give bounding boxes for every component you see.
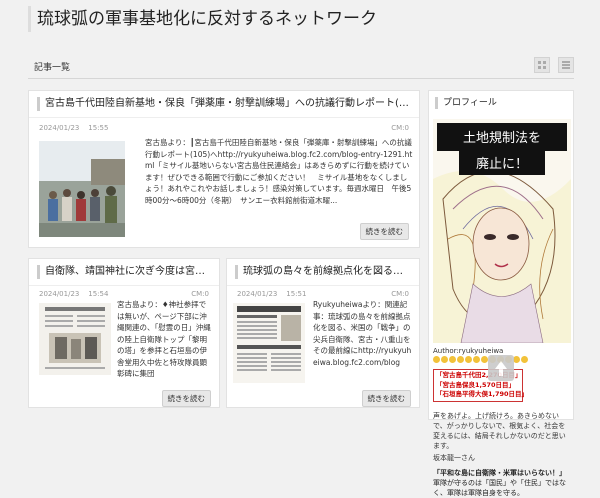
article-excerpt: Ryukyuheiwaより：関連記事：琉球弧の島々を前線拠点化を図る、米国の「戦… (313, 300, 412, 367)
smile-icon (441, 356, 448, 363)
day-count: 「宮古島保良1,570日目」 (436, 380, 516, 389)
smile-icon (433, 356, 440, 363)
article-card: 琉球弧の島々を前線拠点化を図る、米国の「戦... 2024/01/23 15:5… (226, 258, 420, 408)
profile-author: Author:ryukyuheiwa (433, 347, 504, 355)
note-body: 軍隊が守るのは「国民」や「住民」ではなく、軍隊は軍隊自身を守る。 (433, 479, 566, 497)
nav-bar: 記事一覧 (28, 56, 574, 79)
divider (227, 285, 419, 286)
read-more-button[interactable]: 続きを読む (161, 390, 211, 407)
quote-author: 坂本龍一さん (433, 454, 475, 462)
poster-text-line1: 土地規制法を (463, 131, 541, 146)
grid-view-icon[interactable] (533, 57, 550, 73)
smile-icon (449, 356, 456, 363)
article-date: 2024/01/23 15:54 (39, 290, 109, 298)
comment-count[interactable]: CM:0 (391, 290, 409, 298)
profile-poster-image: 土地規制法を 廃止に！ (433, 119, 571, 343)
article-title[interactable]: 琉球弧の島々を前線拠点化を図る、米国の「戦... (235, 265, 411, 279)
profile-note: 「平和な島に自衛隊・米軍はいらない！」 軍隊が守るのは「国民」や「住民」ではなく… (433, 468, 571, 498)
profile-quote: 声をあげよ。上げ続けろ。あきらめないで、がっかりしないで、根気よく、社会を変える… (433, 412, 566, 450)
smile-icon (457, 356, 464, 363)
profile-heading: プロフィール (435, 97, 497, 109)
note-heading: 「平和な島に自衛隊・米軍はいらない！」 (433, 469, 566, 477)
article-date: 2024/01/23 15:51 (237, 290, 307, 298)
smile-icon (521, 356, 528, 363)
day-count: 「石垣島平得大俣1,790日目」 (436, 390, 529, 398)
smile-icon (473, 356, 480, 363)
arrow-up-icon[interactable] (488, 355, 514, 381)
article-thumbnail[interactable] (39, 141, 125, 237)
article-excerpt: 宮古島より：♦神社参拝では無いが、ページ下部に沖縄関連の、「慰霊の日」沖縄の陸上… (117, 300, 211, 378)
article-date: 2024/01/23 15:55 (39, 124, 109, 132)
read-more-button[interactable]: 続きを読む (361, 390, 411, 407)
article-title[interactable]: 宮古島千代田陸自新基地・保良「弾薬庫・射撃訓練場」への抗議行動レポート(106) (37, 97, 411, 111)
article-card-featured: 宮古島千代田陸自新基地・保良「弾薬庫・射撃訓練場」への抗議行動レポート(106)… (28, 90, 420, 248)
divider (29, 117, 419, 118)
site-title[interactable]: 琉球弧の軍事基地化に反対するネットワーク (28, 6, 517, 32)
article-thumbnail[interactable] (233, 303, 305, 383)
list-view-icon[interactable] (558, 57, 574, 73)
article-excerpt: 宮古島より：┃宮古島千代田陸自新基地・保良「弾薬庫・射撃訓練場」への抗議行動レポ… (145, 138, 413, 205)
article-title[interactable]: 自衛隊、靖国神社に次ぎ今度は宮古島で「歴史... (37, 265, 211, 279)
tab-article-list[interactable]: 記事一覧 (34, 60, 70, 73)
view-toggle (531, 57, 574, 76)
article-card: 自衛隊、靖国神社に次ぎ今度は宮古島で「歴史... 2024/01/23 15:5… (28, 258, 220, 408)
divider (29, 285, 219, 286)
comment-count[interactable]: CM:0 (391, 124, 409, 132)
poster-text-line2: 廃止に！ (476, 156, 528, 172)
smile-icon (481, 356, 488, 363)
read-more-button[interactable]: 続きを読む (359, 223, 409, 240)
smile-icon (465, 356, 472, 363)
smile-icon (513, 356, 520, 363)
article-thumbnail[interactable] (39, 303, 111, 375)
comment-count[interactable]: CM:0 (191, 290, 209, 298)
